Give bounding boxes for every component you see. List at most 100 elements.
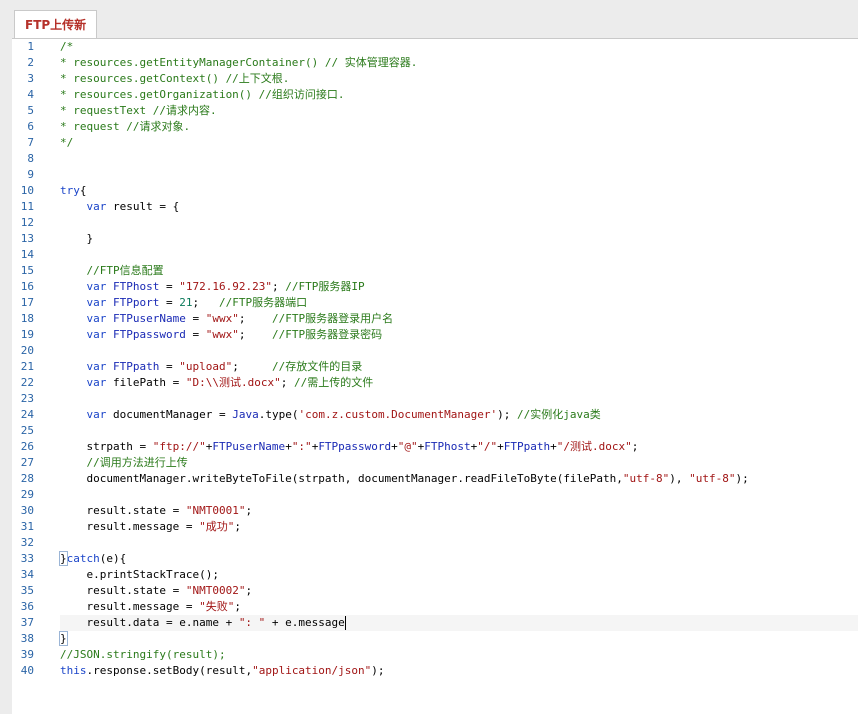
code-token: = (159, 360, 180, 373)
line-number: 36 (20, 600, 34, 613)
code-line[interactable]: var FTPhost = "172.16.92.23"; //FTP服务器IP (60, 279, 858, 295)
code-token: result.message = (60, 600, 200, 613)
code-line[interactable]: var documentManager = Java.type('com.z.c… (60, 407, 858, 423)
code-token: .response.setBody(result, (86, 664, 253, 677)
code-line[interactable]: //JSON.stringify(result); (60, 647, 858, 663)
code-line[interactable]: } (59, 631, 858, 647)
code-token: "失败" (199, 600, 235, 613)
code-line[interactable]: * resources.getContext() //上下文根. (60, 71, 858, 87)
code-token: ); (497, 408, 518, 421)
code-line[interactable]: documentManager.writeByteToFile(strpath,… (60, 471, 858, 487)
code-line[interactable]: result.state = "NMT0002"; (60, 583, 858, 599)
code-line[interactable] (60, 151, 858, 167)
code-line[interactable]: e.printStackTrace(); (60, 567, 858, 583)
code-token: result.data = e.name + (60, 616, 239, 629)
code-token: result.message = (60, 520, 200, 533)
code-line[interactable]: /* (60, 39, 858, 55)
code-line[interactable]: * resources.getEntityManagerContainer() … (60, 55, 858, 71)
code-line[interactable]: var FTPuserName = "wwx"; //FTP服务器登录用户名 (60, 311, 858, 327)
code-line[interactable] (60, 343, 858, 359)
code-line[interactable] (60, 487, 858, 503)
code-token: documentManager.writeByteToFile(strpath,… (60, 472, 623, 485)
code-line[interactable]: var FTPpassword = "wwx"; //FTP服务器登录密码 (60, 327, 858, 343)
code-line[interactable]: var result = { (60, 199, 858, 215)
line-number: 4 (27, 88, 34, 101)
code-token: .type( (258, 408, 299, 421)
code-token: } (60, 232, 94, 245)
code-token: "/" (477, 440, 498, 453)
code-token: 21 (179, 296, 193, 309)
line-number: 18 (20, 312, 34, 325)
code-token: ; (234, 520, 241, 533)
line-number: 7 (27, 136, 34, 149)
code-line[interactable]: //调用方法进行上传 (60, 455, 858, 471)
code-token: ; (245, 504, 253, 517)
code-token: * requestText //请求内容. (60, 104, 217, 117)
code-token: "ftp://" (152, 440, 206, 453)
line-number: 12 (20, 216, 34, 229)
code-line[interactable] (60, 535, 858, 551)
code-area[interactable]: /* * resources.getEntityManagerContainer(… (59, 39, 858, 679)
code-line[interactable] (60, 215, 858, 231)
code-token: var (86, 376, 107, 389)
code-editor[interactable]: 1 2 3 4 5 6 7 8 9 10 11 12 13 14 15 16 17 18 19 20 21 22 23 24 2… (12, 38, 858, 714)
code-line[interactable]: var filePath = "D:\\测试.docx"; //需上传的文件 (60, 375, 858, 391)
line-number: 20 (20, 344, 34, 357)
code-token: * resources.getContext() //上下文根. (60, 72, 290, 85)
code-token: result.state = (60, 504, 186, 517)
code-token: (e){ (99, 552, 127, 565)
code-token: * resources.getOrganization() //组织访问接口. (60, 88, 345, 101)
code-token: catch (66, 552, 100, 565)
code-line[interactable]: this.response.setBody(result,"applicatio… (60, 663, 858, 679)
code-token: + e.message (265, 616, 345, 629)
line-number: 27 (20, 456, 34, 469)
code-line[interactable]: * requestText //请求内容. (60, 103, 858, 119)
tab-ftp-upload[interactable]: FTP上传新 (14, 10, 98, 38)
code-line[interactable] (60, 247, 858, 263)
code-token: //需上传的文件 (293, 376, 374, 389)
code-line[interactable]: result.message = "成功"; (60, 519, 858, 535)
code-token: filePath = (106, 376, 186, 389)
code-line[interactable]: var FTPpath = "upload"; //存放文件的目录 (60, 359, 858, 375)
code-token: ":" (291, 440, 312, 453)
code-line[interactable]: }catch(e){ (59, 551, 858, 567)
code-line[interactable]: result.data = e.name + ": " + e.message (60, 615, 858, 631)
code-token: var (86, 200, 107, 213)
code-token: + (497, 440, 504, 453)
code-line[interactable]: */ (60, 135, 858, 151)
code-token: = (159, 280, 180, 293)
line-number: 25 (20, 424, 34, 437)
code-token: try (60, 184, 80, 197)
code-line[interactable] (60, 391, 858, 407)
code-token: //存放文件的目录 (271, 360, 363, 373)
code-line[interactable]: } (60, 231, 858, 247)
code-line[interactable]: result.message = "失败"; (60, 599, 858, 615)
code-token: e.printStackTrace(); (60, 568, 219, 581)
code-token: "NMT0002" (185, 584, 246, 597)
code-token: //JSON.stringify(result); (60, 648, 226, 661)
code-token: ; (280, 376, 294, 389)
code-line[interactable]: * request //请求对象. (60, 119, 858, 135)
code-line[interactable]: result.state = "NMT0001"; (60, 503, 858, 519)
code-line[interactable]: //FTP信息配置 (60, 263, 858, 279)
code-token: FTPpassword (106, 328, 186, 341)
code-token: ; (271, 280, 286, 293)
code-line[interactable]: * resources.getOrganization() //组织访问接口. (60, 87, 858, 103)
line-number: 8 (27, 152, 34, 165)
code-line[interactable] (60, 167, 858, 183)
code-token: * request //请求对象. (60, 120, 191, 133)
code-line[interactable]: var FTPport = 21; //FTP服务器端口 (60, 295, 858, 311)
code-token: ; (232, 360, 272, 373)
code-line[interactable]: strpath = "ftp://"+FTPuserName+":"+FTPpa… (60, 439, 858, 455)
code-line[interactable] (60, 423, 858, 439)
code-token: FTPhost (424, 440, 471, 453)
code-line[interactable]: try{ (60, 183, 858, 199)
code-token: //FTP服务器IP (285, 280, 365, 293)
line-number: 23 (20, 392, 34, 405)
line-number: 10 (20, 184, 34, 197)
code-token: //FTP服务器登录密码 (271, 328, 383, 341)
